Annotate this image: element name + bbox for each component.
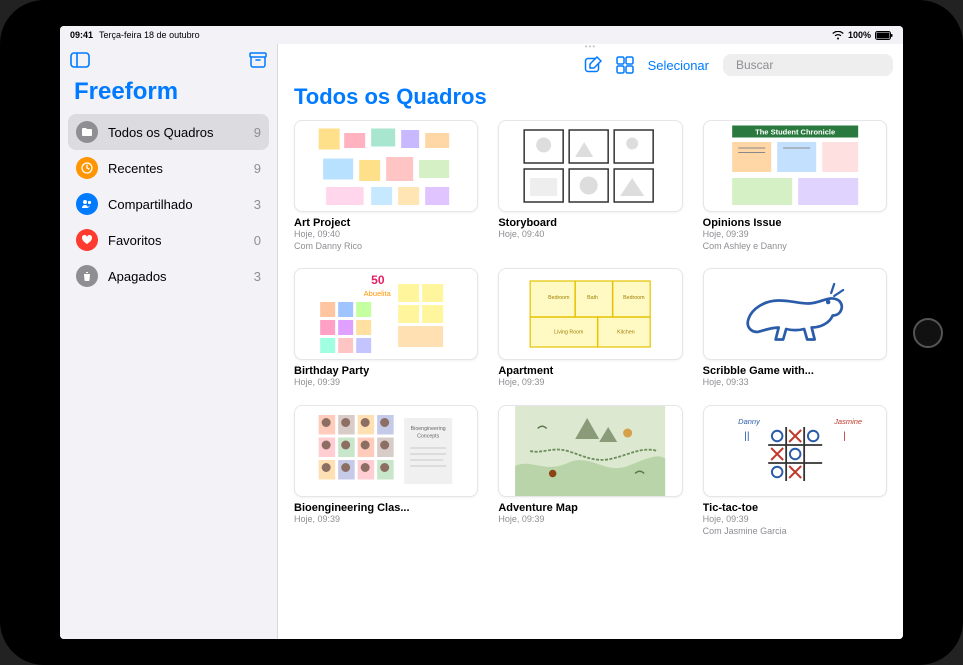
svg-text:Concepts: Concepts	[417, 434, 440, 440]
battery-icon	[875, 31, 893, 40]
board-shared-with: Com Jasmine Garcia	[703, 526, 887, 538]
sidebar-item-count: 9	[254, 125, 261, 140]
board-timestamp: Hoje, 09:39	[703, 229, 887, 241]
app-title: Freeform	[60, 76, 277, 114]
home-button[interactable]	[913, 318, 943, 348]
view-grid-icon[interactable]	[616, 56, 634, 74]
board-thumbnail: 50 Abuelita	[294, 268, 478, 360]
board-name: Adventure Map	[498, 502, 682, 514]
select-button[interactable]: Selecionar	[648, 58, 709, 73]
board-name: Apartment	[498, 365, 682, 377]
new-board-icon[interactable]	[584, 56, 602, 74]
screen: 09:41 Terça-feira 18 de outubro 100%	[60, 26, 903, 639]
board-timestamp: Hoje, 09:40	[294, 229, 478, 241]
svg-text:Bedroom: Bedroom	[623, 295, 645, 301]
ipad-device-frame: 09:41 Terça-feira 18 de outubro 100%	[0, 0, 963, 665]
board-thumbnail	[498, 120, 682, 212]
svg-text:Abuelita: Abuelita	[364, 289, 392, 298]
sidebar: Freeform Todos os Quadros 9 Recentes 9 C…	[60, 44, 278, 639]
svg-text:|: |	[843, 430, 846, 442]
status-bar: 09:41 Terça-feira 18 de outubro 100%	[60, 26, 903, 44]
svg-text:Bedroom: Bedroom	[548, 295, 570, 301]
shared-icon	[76, 193, 98, 215]
sidebar-item-trash[interactable]: Apagados 3	[68, 258, 269, 294]
trash-icon	[76, 265, 98, 287]
sidebar-item-label: Apagados	[108, 269, 244, 284]
heart-icon	[76, 229, 98, 251]
board-name: Opinions Issue	[703, 217, 887, 229]
svg-text:50: 50	[371, 273, 385, 287]
board-timestamp: Hoje, 09:39	[703, 514, 887, 526]
battery-percent: 100%	[848, 30, 871, 40]
board-card[interactable]: Adventure Map Hoje, 09:39	[498, 405, 682, 537]
svg-text:||: ||	[744, 430, 749, 442]
svg-text:Bath: Bath	[587, 295, 598, 301]
board-grid: Art Project Hoje, 09:40 Com Danny Rico S…	[278, 120, 903, 553]
main-panel: ••• Selecionar Todos o	[278, 44, 903, 639]
board-shared-with: Com Ashley e Danny	[703, 241, 887, 253]
sidebar-item-label: Favoritos	[108, 233, 244, 248]
sidebar-item-label: Todos os Quadros	[108, 125, 244, 140]
sidebar-item-count: 3	[254, 269, 261, 284]
board-name: Birthday Party	[294, 365, 478, 377]
board-thumbnail: The Student Chronicle	[703, 120, 887, 212]
board-card[interactable]: Bedroom Bath Bedroom Living Room Kitchen Apa…	[498, 268, 682, 389]
sidebar-item-label: Compartilhado	[108, 197, 244, 212]
folder-icon	[76, 121, 98, 143]
multitask-handle-icon[interactable]: •••	[278, 44, 903, 52]
board-timestamp: Hoje, 09:39	[498, 514, 682, 526]
sidebar-item-shared[interactable]: Compartilhado 3	[68, 186, 269, 222]
sidebar-item-clock[interactable]: Recentes 9	[68, 150, 269, 186]
sidebar-item-label: Recentes	[108, 161, 244, 176]
page-title: Todos os Quadros	[278, 80, 903, 120]
board-timestamp: Hoje, 09:39	[294, 377, 478, 389]
svg-text:Living Room: Living Room	[554, 330, 584, 336]
board-card[interactable]: Bioengineering Concepts Bioengineering Cl…	[294, 405, 478, 537]
svg-text:Danny: Danny	[738, 417, 761, 426]
wifi-icon	[832, 31, 844, 40]
clock-icon	[76, 157, 98, 179]
board-name: Storyboard	[498, 217, 682, 229]
board-timestamp: Hoje, 09:39	[294, 514, 478, 526]
status-date: Terça-feira 18 de outubro	[99, 30, 200, 40]
board-shared-with: Com Danny Rico	[294, 241, 478, 253]
sidebar-item-folder[interactable]: Todos os Quadros 9	[68, 114, 269, 150]
board-card[interactable]: Scribble Game with... Hoje, 09:33	[703, 268, 887, 389]
board-card[interactable]: Storyboard Hoje, 09:40	[498, 120, 682, 252]
board-thumbnail: Bedroom Bath Bedroom Living Room Kitchen	[498, 268, 682, 360]
board-name: Scribble Game with...	[703, 365, 887, 377]
board-timestamp: Hoje, 09:40	[498, 229, 682, 241]
board-name: Bioengineering Clas...	[294, 502, 478, 514]
board-thumbnail: Danny || Jasmine |	[703, 405, 887, 497]
board-thumbnail	[294, 120, 478, 212]
board-thumbnail: Bioengineering Concepts	[294, 405, 478, 497]
svg-text:Bioengineering: Bioengineering	[411, 426, 446, 432]
search-input[interactable]	[736, 58, 891, 72]
archive-icon[interactable]	[249, 52, 267, 68]
board-thumbnail	[703, 268, 887, 360]
board-card[interactable]: The Student Chronicle Opinions Issue Hoj…	[703, 120, 887, 252]
sidebar-item-count: 9	[254, 161, 261, 176]
sidebar-item-count: 0	[254, 233, 261, 248]
svg-text:The Student Chronicle: The Student Chronicle	[755, 128, 835, 137]
svg-text:Kitchen: Kitchen	[617, 330, 635, 336]
board-card[interactable]: Art Project Hoje, 09:40 Com Danny Rico	[294, 120, 478, 252]
search-field[interactable]	[723, 54, 893, 76]
sidebar-toggle-icon[interactable]	[70, 52, 90, 68]
svg-text:Jasmine: Jasmine	[833, 417, 862, 426]
board-thumbnail	[498, 405, 682, 497]
board-name: Art Project	[294, 217, 478, 229]
board-card[interactable]: Danny||Jasmine| Tic-tac-toe Hoje, 09:39 …	[703, 405, 887, 537]
board-card[interactable]: 50 Abuelita Birthday Party Hoje, 09:39	[294, 268, 478, 389]
sidebar-item-count: 3	[254, 197, 261, 212]
board-timestamp: Hoje, 09:33	[703, 377, 887, 389]
sidebar-item-heart[interactable]: Favoritos 0	[68, 222, 269, 258]
status-time: 09:41	[70, 30, 93, 40]
board-name: Tic-tac-toe	[703, 502, 887, 514]
board-timestamp: Hoje, 09:39	[498, 377, 682, 389]
